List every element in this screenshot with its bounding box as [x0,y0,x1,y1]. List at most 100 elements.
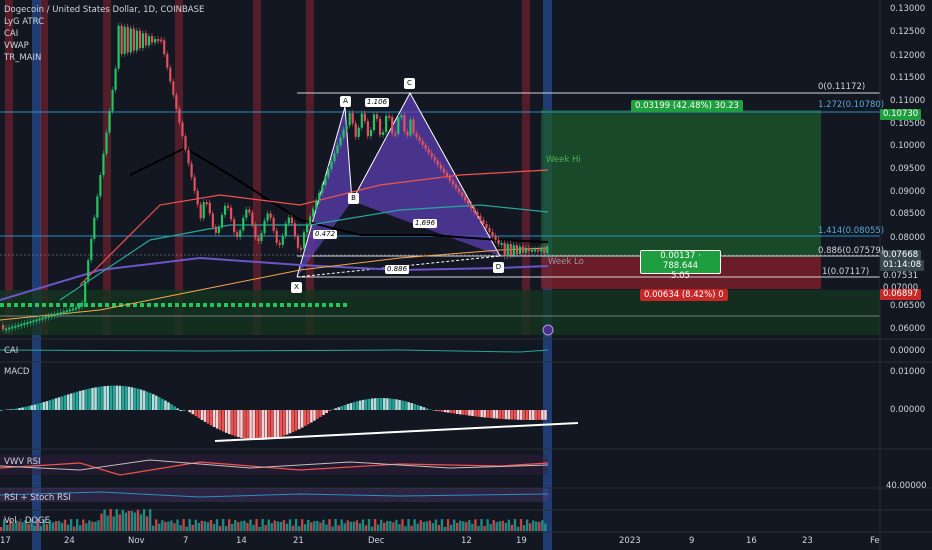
candle [217,227,221,233]
entry-label[interactable]: 0.00137 · 788.644 5.05 [640,250,721,281]
volume-bar [519,519,523,531]
macd-bar [42,402,46,410]
volume-bar [404,526,407,531]
candle [546,246,549,253]
volume-bar [322,519,325,531]
volume-bar [54,521,58,531]
candle [543,247,546,253]
candle [99,175,102,197]
macd-bar [27,406,30,410]
volume-bar [139,514,143,531]
volume-bar [513,519,517,531]
symbol-title[interactable]: Dogecoin / United States Dollar, 1D, COI… [4,5,204,16]
macd-bar [273,410,277,439]
volume-bar [273,520,276,531]
candle [90,238,93,261]
volume-bar [410,525,413,531]
candle [41,317,44,320]
macd-bar [243,410,246,439]
stop-label[interactable]: 0.00634 (8.42%) 0 [640,289,728,301]
candle [372,114,376,131]
rsi-stoch-pane-title[interactable]: RSI + Stoch RSI [4,493,71,503]
macd-bar [395,399,398,410]
volume-bar [112,516,115,531]
macd-bar [331,409,334,410]
volume-bar [267,519,270,531]
indicator-vwap[interactable]: VWAP [4,41,29,52]
macd-bar [449,410,453,414]
volume-bar [407,519,410,531]
volume-bar [386,520,389,531]
macd-bar [352,402,356,410]
macd-bar [115,385,119,410]
macd-pane-title[interactable]: MACD [4,367,29,377]
macd-bar [474,410,477,417]
candle [540,247,543,252]
candle [190,163,193,178]
candle [102,153,105,176]
harmonic-point-d[interactable]: D [493,262,504,273]
volume-bar [288,519,292,531]
macd-bar [325,410,328,414]
volume-bar [364,525,368,531]
candle [473,208,476,213]
macd-bar [231,410,234,436]
candle [126,26,129,53]
time-tick: 17 [0,536,11,546]
lightning-alert-icon[interactable] [542,324,554,336]
volume-bar [72,526,76,531]
candle [476,212,479,217]
volume-bar [462,521,465,531]
harmonic-point-a[interactable]: A [340,96,351,107]
macd-bar [264,410,268,440]
macd-bar [206,410,210,424]
candle [32,320,35,323]
macd-bar [228,410,231,435]
candle [278,242,281,245]
candle [406,131,409,136]
macd-bar [60,396,64,410]
macd-bar [452,410,456,414]
macd-bar [376,398,380,410]
price-chart[interactable] [0,0,932,550]
candle [230,207,233,220]
candle [336,145,339,154]
macd-bar [48,400,52,410]
volume-bar [185,526,188,531]
cai-pane-title[interactable]: CAI [4,346,18,356]
target-label[interactable]: 0.03199 (42.48%) 30.23 [631,100,743,112]
macd-bar [297,410,301,430]
entry-label-line1: 0.00137 · 788.644 [660,251,701,271]
volume-bar [331,526,334,531]
macd-bar [459,410,462,415]
candle [467,200,470,205]
candle [223,205,227,215]
indicator-tr-main[interactable]: TR_MAIN [4,53,41,64]
candle [421,141,424,145]
harmonic-point-b[interactable]: B [348,193,359,204]
macd-bar [383,398,386,410]
fib-level-1414: 1.414(0.08055) [818,226,885,236]
volume-bar [525,519,529,531]
candle [169,67,172,82]
volume-bar [510,524,514,531]
indicator-cai[interactable]: CAI [4,29,18,40]
chart-window[interactable]: Dogecoin / United States Dollar, 1D, COI… [0,0,932,550]
volume-bar [130,511,134,531]
vwv-rsi-pane-title[interactable]: VWV RSI [4,457,41,467]
macd-bar [191,410,195,415]
price-tick: 0.06000 [890,324,926,334]
harmonic-point-x[interactable]: X [291,282,302,293]
macd-bar [419,406,423,410]
candle [56,312,59,315]
candle [5,328,8,331]
harmonic-point-c[interactable]: C [404,78,415,89]
volume-pane-title[interactable]: Vol · DOGE [4,516,50,526]
volume-bar [142,509,146,531]
macd-bar [133,387,137,410]
indicator-lyg-atrc[interactable]: LyG ATRC [4,17,44,28]
candle [144,33,148,46]
volume-bar [215,519,219,531]
macd-bar [367,398,371,410]
candle [479,216,482,221]
